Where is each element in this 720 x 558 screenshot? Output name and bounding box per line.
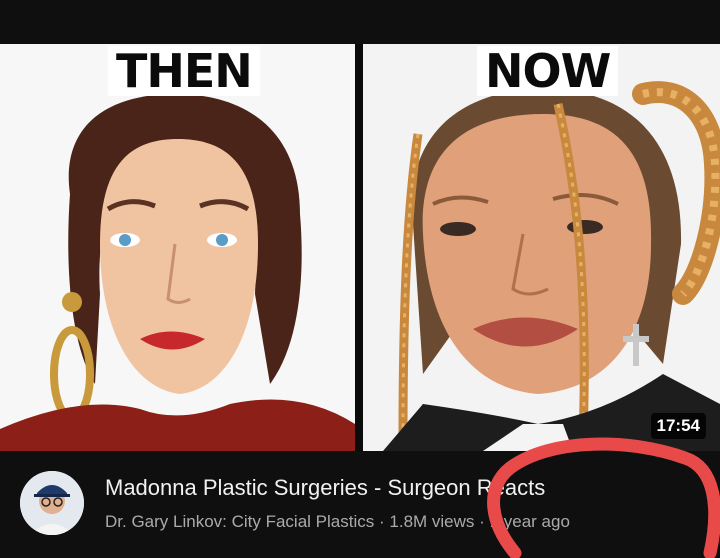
now-image: NOW [363,44,720,451]
channel-avatar[interactable] [20,471,84,535]
channel-name[interactable]: Dr. Gary Linkov: City Facial Plastics [105,512,374,531]
top-bar [0,0,720,44]
separator-dot: · [378,512,385,531]
now-portrait [363,44,720,451]
video-title[interactable]: Madonna Plastic Surgeries - Surgeon Reac… [105,475,545,501]
view-count: 1.8M views [389,512,475,531]
then-image: THEN [0,44,355,451]
video-meta[interactable]: Madonna Plastic Surgeries - Surgeon Reac… [0,451,720,558]
separator-dot: · [479,512,485,531]
video-thumbnail[interactable]: THEN NOW 17:54 [0,44,720,451]
avatar-icon [20,471,84,535]
video-subtitle: Dr. Gary Linkov: City Facial Plastics · … [105,512,570,532]
now-caption: NOW [477,46,619,96]
duration-badge: 17:54 [650,413,706,439]
then-portrait [0,44,355,451]
upload-age: 1 year ago [489,512,570,531]
more-options-icon[interactable] [536,0,546,4]
then-caption: THEN [108,46,260,96]
thumbnail-divider [355,44,363,451]
